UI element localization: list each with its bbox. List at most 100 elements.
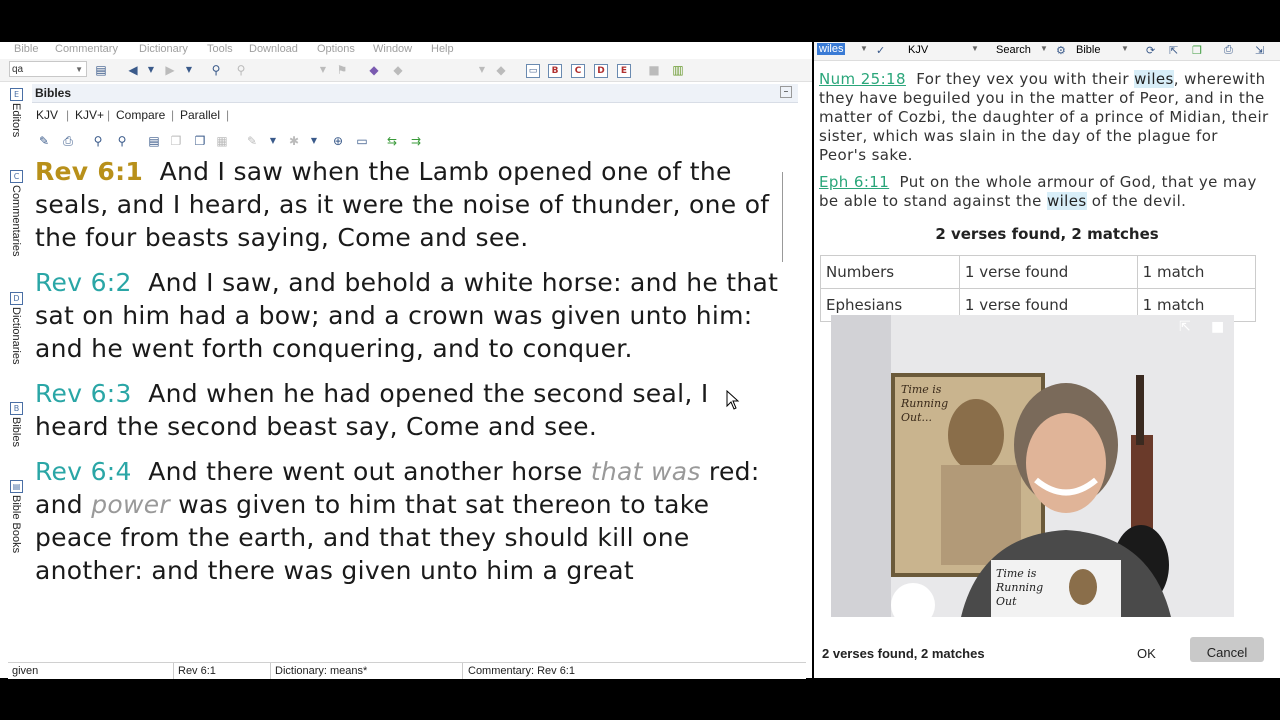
print-icon[interactable]: ⎙ [60,133,76,149]
menu-tools[interactable]: Tools [207,43,233,55]
copy-verse-icon[interactable]: ❐ [192,133,208,149]
close-panel-icon[interactable]: ⇲ [1255,44,1264,57]
result-reference-link[interactable]: Eph 6:11 [819,173,889,191]
module-combo-value: qa [12,64,24,75]
chevron-down-icon[interactable]: ▼ [971,44,979,53]
status-verse: Rev 6:1 [178,665,216,677]
library-icon[interactable]: ▥ [670,62,686,78]
verse-reference[interactable]: Rev 6:2 [35,268,132,297]
chevron-down-icon[interactable]: ▼ [1121,44,1129,53]
result-match-highlight: wiles [1046,192,1087,210]
forward-icon[interactable]: ▶ [162,62,178,78]
highlight-icon[interactable]: ◆ [390,62,406,78]
gear-icon[interactable]: ⚙ [1056,44,1066,57]
search-input[interactable]: wiles [817,43,846,55]
bible-text-view[interactable]: Rev 6:1 And I saw when the Lamb opened o… [35,155,780,655]
bible-b-icon[interactable]: B [548,64,562,78]
popout-icon[interactable]: ⇱ [1179,319,1191,335]
menu-bible[interactable]: Bible [14,43,38,55]
sidetab-editors[interactable]: E Editors [10,88,26,137]
chevron-down-icon[interactable]: ▼ [1040,44,1048,53]
search-bar: wiles ▼ ✓ KJV ▼ Search ▼ ⚙ Bible ▼ ⟳ ⇱ ❐… [814,42,1280,61]
layout-icon[interactable]: ▭ [354,133,370,149]
search-results: Num 25:18 For they vex you with their wi… [819,70,1269,219]
bible-app-window: Bible Commentary Dictionary Tools Downlo… [0,42,812,679]
bible-select[interactable]: KJV [908,44,928,56]
sidetab-commentaries[interactable]: C Commentaries [10,170,26,257]
strongs-icon[interactable]: ✱ [286,133,302,149]
sync-icon[interactable]: ⇆ [384,133,400,149]
export-icon[interactable]: ⇱ [1169,44,1178,57]
scope-select[interactable]: Bible [1076,44,1100,56]
dictionary-d-icon[interactable]: D [594,64,608,78]
verse-paragraph[interactable]: Rev 6:2 And I saw, and behold a white ho… [35,266,780,365]
minimize-icon[interactable]: – [780,86,792,98]
search-button[interactable]: Search [996,44,1031,56]
chevron-down-icon[interactable]: ▼ [315,62,331,78]
search-book-icon[interactable]: ⚲ [114,133,130,149]
document-icon[interactable]: ▤ [146,133,162,149]
chevron-down-icon[interactable]: ▼ [181,62,197,78]
verse-reference[interactable]: Rev 6:4 [35,457,132,486]
verse-text: And I saw, and behold a white horse: and… [35,268,779,363]
window-icon[interactable]: ▭ [526,64,540,78]
tab-compare[interactable]: Compare [116,108,165,122]
search-options-icon[interactable]: ✓ [876,44,885,57]
menu-window[interactable]: Window [373,43,412,55]
verse-reference[interactable]: Rev 6:1 [35,157,143,186]
binoculars-icon[interactable]: ⚲ [208,62,224,78]
chevron-down-icon[interactable]: ▼ [860,44,868,53]
bookmark-icon[interactable]: ⚑ [334,62,350,78]
menu-download[interactable]: Download [249,43,298,55]
search-result[interactable]: Num 25:18 For they vex you with their wi… [819,70,1269,165]
gray-square-icon[interactable]: ■ [646,62,662,78]
eraser-icon[interactable]: ◆ [366,62,382,78]
sidetab-dictionaries[interactable]: D Dictionaries [10,292,26,364]
results-summary: 2 verses found, 2 matches [935,225,1159,243]
sidetab-bibles[interactable]: B Bibles [10,402,26,447]
module-combo[interactable]: qa ▼ [9,61,87,77]
compare-icon[interactable]: ▦ [214,133,230,149]
chevron-down-icon[interactable]: ▼ [265,133,281,149]
commentary-c-icon[interactable]: C [571,64,585,78]
back-icon[interactable]: ◀ [125,62,141,78]
sidetab-bible-books[interactable]: ▤ Bible Books [10,480,26,553]
copy-icon[interactable]: ❐ [168,133,184,149]
table-row[interactable]: Numbers 1 verse found 1 match [820,255,1257,289]
edit-icon[interactable]: ✎ [36,133,52,149]
print-icon[interactable]: ⎙ [1224,44,1233,57]
tab-kjv[interactable]: KJV [36,108,59,122]
menu-commentary[interactable]: Commentary [55,43,118,55]
editor-e-icon[interactable]: E [617,64,631,78]
menu-help[interactable]: Help [431,43,454,55]
book-icon[interactable]: ▤ [93,62,109,78]
tab-kjv-plus[interactable]: KJV+ [75,108,104,122]
binoculars-icon[interactable]: ⚲ [90,133,106,149]
search-next-icon[interactable]: ⚲ [233,62,249,78]
menu-dictionary[interactable]: Dictionary [139,43,188,55]
webcam-presenter-image: Time is Running Out... Time is Running O… [831,315,1234,617]
tag-icon[interactable]: ◆ [493,62,509,78]
verse-paragraph[interactable]: Rev 6:1 And I saw when the Lamb opened o… [35,155,780,254]
verse-paragraph[interactable]: Rev 6:3 And when he had opened the secon… [35,377,780,443]
refresh-icon[interactable]: ⟳ [1146,44,1155,57]
cancel-button[interactable]: Cancel [1190,637,1264,662]
verse-reference[interactable]: Rev 6:3 [35,379,132,408]
ok-button[interactable]: OK [1137,646,1156,661]
status-dictionary: Dictionary: means* [275,665,368,677]
search-result[interactable]: Eph 6:11 Put on the whole armour of God,… [819,173,1269,211]
chevron-down-icon[interactable]: ▼ [143,62,159,78]
copy-results-icon[interactable]: ❐ [1192,44,1202,57]
menu-options[interactable]: Options [317,43,355,55]
chevron-down-icon[interactable]: ▼ [474,62,490,78]
side-tab-bar: E Editors C Commentaries D Dictionaries … [8,82,28,612]
sync-forward-icon[interactable]: ⇉ [408,133,424,149]
tab-parallel[interactable]: Parallel [180,108,220,122]
verse-paragraph[interactable]: Rev 6:4 And there went out another horse… [35,455,780,587]
chevron-down-icon[interactable]: ▼ [306,133,322,149]
trash-icon[interactable]: ■ [1211,319,1224,335]
highlighter-icon[interactable]: ✎ [244,133,260,149]
vertical-scrollbar[interactable] [782,172,789,262]
zoom-icon[interactable]: ⊕ [330,133,346,149]
result-reference-link[interactable]: Num 25:18 [819,70,906,88]
